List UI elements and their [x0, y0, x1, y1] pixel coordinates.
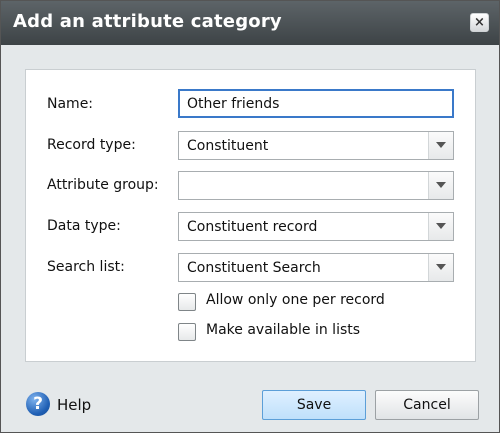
- dialog-title: Add an attribute category: [13, 11, 282, 32]
- record-type-value: Constituent: [187, 138, 269, 154]
- form-panel: Name: Other friends Record type: Constit…: [25, 69, 476, 362]
- chevron-down-icon: [436, 223, 446, 229]
- make-available-label: Make available in lists: [206, 322, 361, 338]
- close-icon[interactable]: ×: [470, 13, 489, 32]
- attribute-group-label: Attribute group:: [47, 177, 159, 193]
- name-label: Name:: [47, 96, 94, 112]
- help-icon[interactable]: ?: [26, 392, 50, 416]
- data-type-select[interactable]: Constituent record: [178, 212, 454, 241]
- chevron-down-icon: [436, 264, 446, 270]
- name-input[interactable]: Other friends: [178, 89, 454, 118]
- search-list-dropdown-button[interactable]: [428, 254, 453, 281]
- search-list-select[interactable]: Constituent Search: [178, 253, 454, 282]
- help-link[interactable]: Help: [57, 396, 91, 414]
- save-button[interactable]: Save: [262, 390, 366, 420]
- data-type-dropdown-button[interactable]: [428, 213, 453, 240]
- search-list-label: Search list:: [47, 259, 125, 275]
- cancel-button[interactable]: Cancel: [375, 390, 479, 420]
- chevron-down-icon: [436, 142, 446, 148]
- data-type-label: Data type:: [47, 218, 121, 234]
- record-type-select[interactable]: Constituent: [178, 131, 454, 160]
- data-type-value: Constituent record: [187, 219, 318, 235]
- allow-only-one-label: Allow only one per record: [206, 292, 385, 308]
- allow-only-one-checkbox[interactable]: [178, 293, 196, 311]
- attribute-group-dropdown-button[interactable]: [428, 172, 453, 199]
- make-available-checkbox[interactable]: [178, 323, 196, 341]
- record-type-label: Record type:: [47, 137, 136, 153]
- search-list-value: Constituent Search: [187, 260, 321, 276]
- chevron-down-icon: [436, 182, 446, 188]
- name-value: Other friends: [187, 96, 280, 112]
- record-type-dropdown-button[interactable]: [428, 132, 453, 159]
- attribute-group-select[interactable]: [178, 171, 454, 200]
- add-attribute-category-dialog: Add an attribute category × Name: Other …: [0, 0, 500, 433]
- title-bar: Add an attribute category ×: [1, 1, 499, 45]
